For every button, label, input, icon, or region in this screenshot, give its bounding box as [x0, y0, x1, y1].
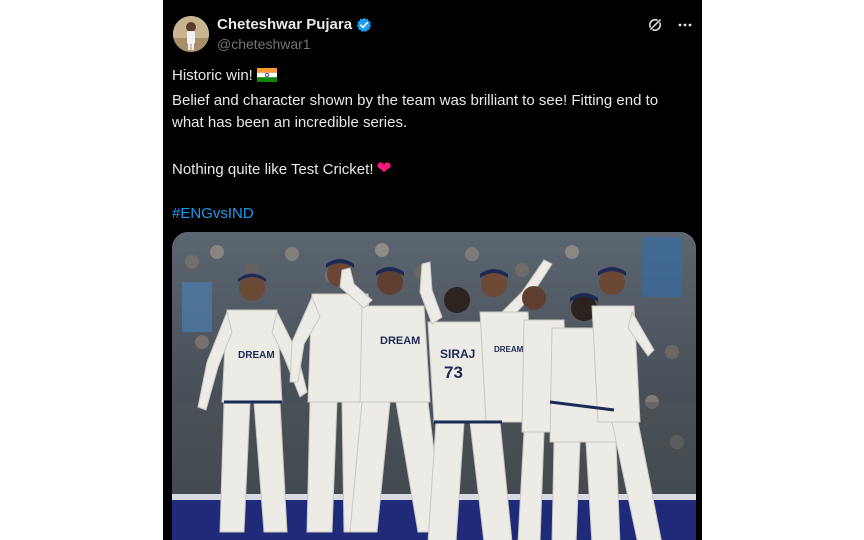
tweet-card[interactable]: Cheteshwar Pujara @cheteshwar1 Historic … [163, 0, 702, 540]
more-icon[interactable] [676, 16, 694, 34]
author-name-row[interactable]: Cheteshwar Pujara [217, 16, 372, 33]
tweet-line-1-text: Historic win! [172, 67, 253, 84]
tweet-text: Historic win! Belief and character shown… [172, 65, 692, 226]
verified-badge-icon [356, 17, 372, 33]
tweet-line-3-text: Nothing quite like Test Cricket! [172, 160, 374, 178]
tweet-line-3: Nothing quite like Test Cricket! ❤ [172, 157, 692, 182]
shirt-text-2: DREAM [380, 335, 420, 347]
tweet-line-2: Belief and character shown by the team w… [172, 91, 659, 132]
grok-icon[interactable] [646, 16, 664, 34]
shirt-text-3: DREAM [494, 345, 524, 354]
india-flag-emoji [256, 67, 277, 90]
tweet-photo[interactable]: DREAM DREAM SIRAJ 73 DREAM [172, 232, 696, 540]
red-heart-emoji: ❤ [376, 157, 392, 178]
avatar[interactable] [173, 16, 209, 52]
hashtag-row: #ENGvsIND [172, 203, 692, 226]
hashtag-link[interactable]: #ENGvsIND [172, 205, 254, 222]
author-display-name[interactable]: Cheteshwar Pujara [217, 16, 352, 33]
tweet-line-1: Historic win! [172, 65, 692, 90]
shirt-number: 73 [444, 363, 463, 382]
author-handle[interactable]: @cheteshwar1 [217, 36, 311, 52]
shirt-text-1: DREAM [238, 350, 275, 361]
tweet-actions-top [646, 16, 694, 34]
shirt-name: SIRAJ [440, 347, 475, 361]
